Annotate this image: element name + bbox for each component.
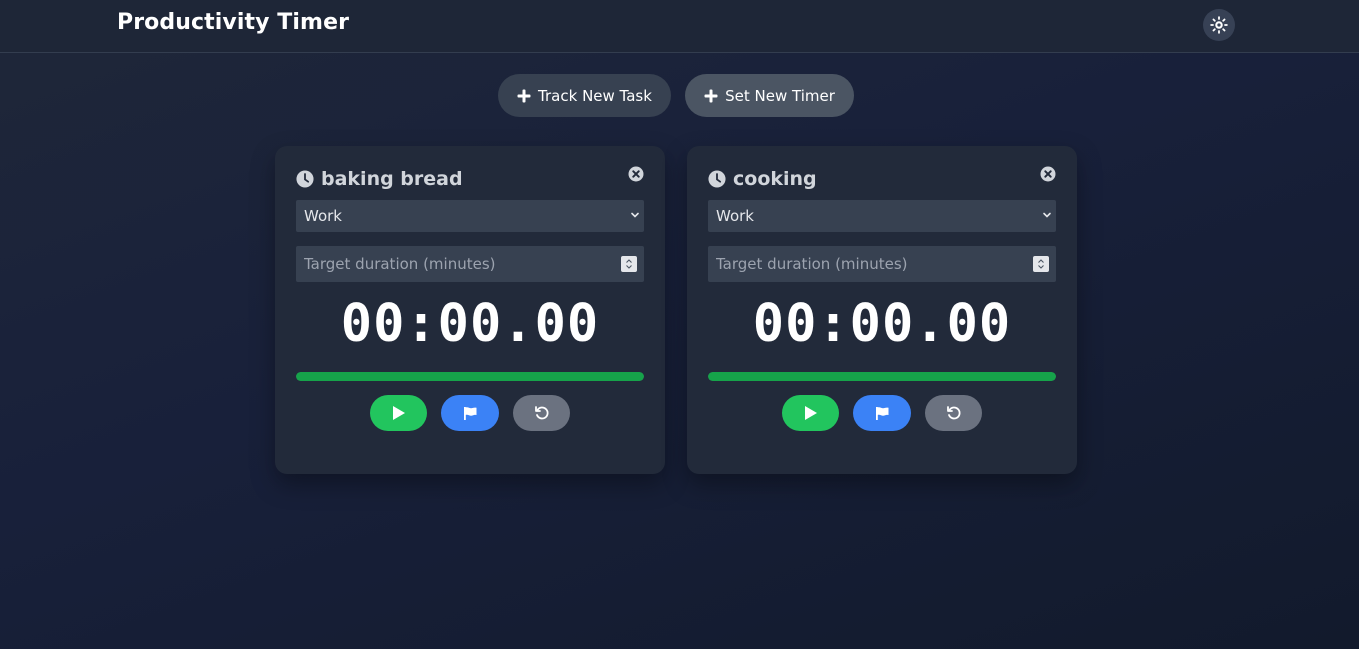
progress-fill	[708, 372, 1056, 381]
task-card: baking bread Work 00:00.00	[275, 146, 665, 474]
start-button[interactable]	[370, 395, 427, 431]
reset-button[interactable]	[925, 395, 982, 431]
progress-bar	[708, 372, 1056, 381]
lap-button[interactable]	[441, 395, 499, 431]
target-duration-input[interactable]	[708, 246, 1056, 282]
card-header: cooking	[708, 168, 817, 190]
set-new-timer-label: Set New Timer	[725, 86, 835, 105]
track-new-task-button[interactable]: Track New Task	[498, 74, 671, 117]
progress-bar	[296, 372, 644, 381]
chevron-down-icon	[631, 212, 639, 218]
plus-icon	[517, 89, 531, 102]
progress-fill	[296, 372, 644, 381]
chevron-down-icon	[1043, 212, 1051, 218]
close-card-button[interactable]	[628, 166, 644, 182]
clock-icon	[296, 170, 314, 188]
clock-icon	[708, 170, 726, 188]
category-select[interactable]: Work	[708, 200, 1056, 232]
plus-icon	[704, 89, 718, 102]
theme-toggle-button[interactable]	[1203, 9, 1235, 41]
stepper-arrows-icon	[626, 259, 632, 269]
target-duration-input[interactable]	[296, 246, 644, 282]
play-icon	[804, 406, 817, 420]
close-circle-icon	[628, 166, 644, 182]
flag-icon	[463, 406, 476, 420]
reset-button[interactable]	[513, 395, 570, 431]
lap-button[interactable]	[853, 395, 911, 431]
sun-icon	[1210, 16, 1228, 34]
track-new-task-label: Track New Task	[538, 86, 652, 105]
set-new-timer-button[interactable]: Set New Timer	[685, 74, 854, 117]
category-selected-value: Work	[304, 207, 342, 225]
category-selected-value: Work	[716, 207, 754, 225]
timer-display: 00:00.00	[752, 294, 1012, 354]
task-title: baking bread	[321, 168, 463, 190]
start-button[interactable]	[782, 395, 839, 431]
app-title: Productivity Timer	[117, 10, 350, 35]
close-circle-icon	[1040, 166, 1056, 182]
app-header: Productivity Timer	[0, 0, 1359, 53]
category-select[interactable]: Work	[296, 200, 644, 232]
flag-icon	[875, 406, 888, 420]
task-card: cooking Work 00:00.00	[687, 146, 1077, 474]
play-icon	[392, 406, 405, 420]
task-title: cooking	[733, 168, 817, 190]
stepper-arrows-icon	[1038, 259, 1044, 269]
duration-stepper[interactable]	[621, 256, 637, 272]
timer-display: 00:00.00	[340, 294, 600, 354]
close-card-button[interactable]	[1040, 166, 1056, 182]
reset-icon	[946, 406, 960, 420]
duration-stepper[interactable]	[1033, 256, 1049, 272]
card-header: baking bread	[296, 168, 463, 190]
reset-icon	[534, 406, 548, 420]
